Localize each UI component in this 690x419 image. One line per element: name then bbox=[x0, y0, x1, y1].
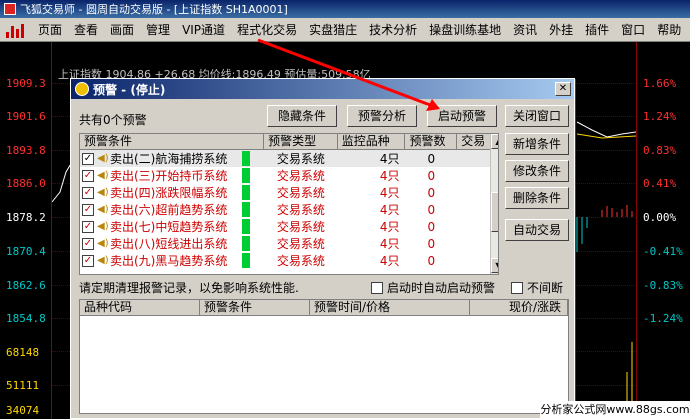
annotation-arrow bbox=[257, 38, 440, 111]
site-watermark: 分析家公式网www.88gs.com bbox=[540, 401, 690, 419]
